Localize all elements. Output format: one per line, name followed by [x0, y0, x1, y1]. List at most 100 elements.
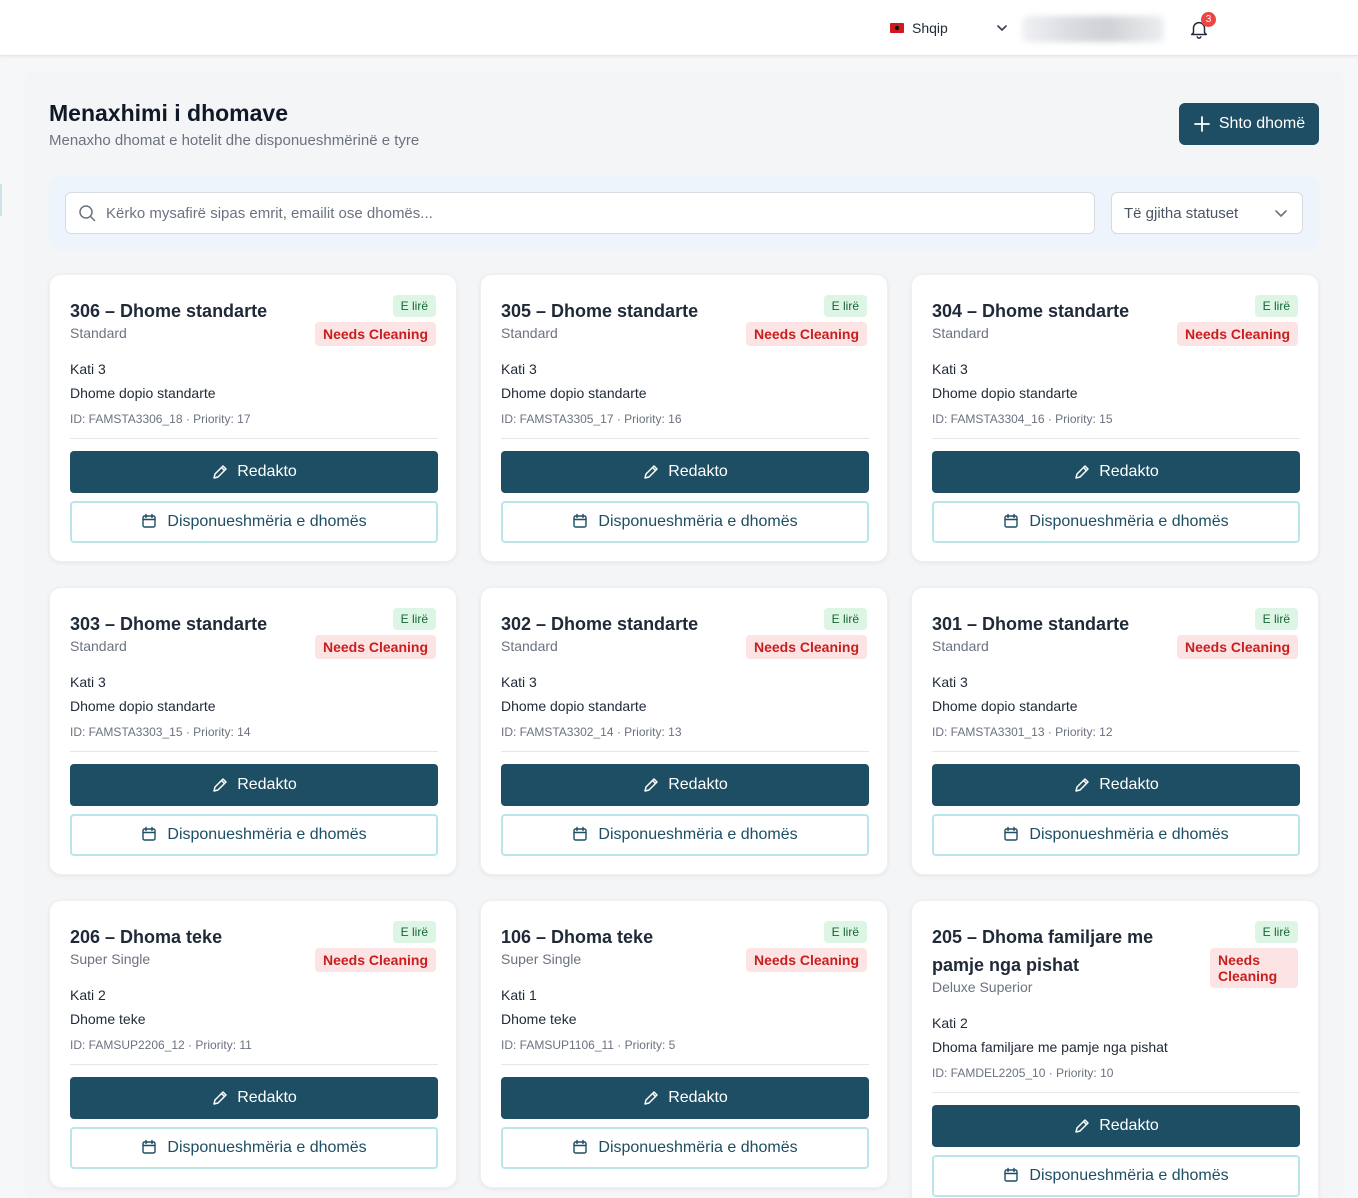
status-filter-value: Të gjitha statuset — [1124, 204, 1239, 222]
room-card: 303 – Dhome standarte Standard E lirë Needs… — [49, 587, 457, 875]
edit-room-button[interactable]: Redakto — [70, 764, 438, 806]
calendar-icon — [1003, 513, 1021, 531]
room-availability-button[interactable]: Disponueshmëria e dhomës — [70, 501, 438, 543]
edit-label: Redakto — [237, 463, 297, 480]
room-card: 206 – Dhoma teke Super Single E lirë Needs … — [49, 900, 457, 1188]
calendar-icon — [572, 1139, 590, 1157]
room-meta: ID: FAMSTA3301_13 · Priority: 12 — [932, 725, 1113, 739]
card-divider — [70, 1064, 438, 1065]
page-title: Menaxhimi i dhomave — [49, 100, 289, 126]
pencil-icon — [1073, 463, 1091, 481]
room-availability-button[interactable]: Disponueshmëria e dhomës — [932, 814, 1300, 856]
room-floor: Kati 2 — [932, 1015, 968, 1031]
calendar-icon — [572, 513, 590, 531]
pencil-icon — [211, 776, 229, 794]
room-card: 302 – Dhome standarte Standard E lirë Needs… — [480, 587, 888, 875]
room-type: Deluxe Superior — [932, 979, 1033, 995]
room-meta: ID: FAMSTA3306_18 · Priority: 17 — [70, 412, 251, 426]
edit-label: Redakto — [668, 463, 728, 480]
chevron-down-icon — [1272, 204, 1290, 222]
room-availability-button[interactable]: Disponueshmëria e dhomës — [932, 1155, 1300, 1197]
cleaning-badge: Needs Cleaning — [1176, 322, 1298, 346]
calendar-icon — [141, 826, 159, 844]
room-description: Dhome teke — [70, 1011, 146, 1027]
availability-label: Disponueshmëria e dhomës — [1029, 1167, 1229, 1184]
room-floor: Kati 2 — [70, 987, 106, 1003]
room-description: Dhome dopio standarte — [70, 385, 216, 401]
albania-flag-icon — [890, 23, 904, 33]
edit-room-button[interactable]: Redakto — [501, 451, 869, 493]
edit-room-button[interactable]: Redakto — [70, 451, 438, 493]
room-title: 304 – Dhome standarte — [932, 301, 1130, 321]
edit-label: Redakto — [1099, 776, 1159, 793]
edit-room-button[interactable]: Redakto — [501, 1077, 869, 1119]
availability-label: Disponueshmëria e dhomës — [598, 1139, 798, 1156]
card-divider — [932, 438, 1300, 439]
cleaning-badge: Needs Cleaning — [1210, 948, 1298, 988]
user-menu[interactable] — [1022, 16, 1164, 42]
room-description: Dhome dopio standarte — [932, 698, 1078, 714]
availability-label: Disponueshmëria e dhomës — [1029, 826, 1229, 843]
room-title: 106 – Dhoma teke — [501, 927, 654, 947]
edit-room-button[interactable]: Redakto — [932, 764, 1300, 806]
pencil-icon — [1073, 1117, 1091, 1135]
room-availability-button[interactable]: Disponueshmëria e dhomës — [501, 814, 869, 856]
room-description: Dhome dopio standarte — [932, 385, 1078, 401]
notification-badge: 3 — [1201, 12, 1216, 27]
status-badge: E lirë — [823, 608, 867, 630]
room-availability-button[interactable]: Disponueshmëria e dhomës — [501, 501, 869, 543]
room-description: Dhoma familjare me pamje nga pishat — [932, 1039, 1168, 1055]
language-selector[interactable]: Shqip — [890, 16, 1010, 40]
room-floor: Kati 3 — [501, 674, 537, 690]
edit-room-button[interactable]: Redakto — [70, 1077, 438, 1119]
pencil-icon — [642, 463, 660, 481]
room-availability-button[interactable]: Disponueshmëria e dhomës — [70, 814, 438, 856]
plus-icon — [1193, 115, 1211, 133]
room-title: 205 – Dhoma familjare me pamje nga pisha… — [932, 927, 1154, 975]
room-floor: Kati 1 — [501, 987, 537, 1003]
room-meta: ID: FAMSTA3305_17 · Priority: 16 — [501, 412, 682, 426]
room-floor: Kati 3 — [501, 361, 537, 377]
cleaning-badge: Needs Cleaning — [314, 635, 436, 659]
room-card: 301 – Dhome standarte Standard E lirë Needs… — [911, 587, 1319, 875]
calendar-icon — [141, 513, 159, 531]
page-subtitle: Menaxho dhomat e hotelit dhe disponueshm… — [49, 132, 420, 149]
add-room-button[interactable]: Shto dhomë — [1179, 103, 1319, 145]
room-availability-button[interactable]: Disponueshmëria e dhomës — [501, 1127, 869, 1169]
room-description: Dhome dopio standarte — [70, 698, 216, 714]
pencil-icon — [642, 1089, 660, 1107]
edit-label: Redakto — [1099, 1117, 1159, 1134]
room-floor: Kati 3 — [70, 674, 106, 690]
room-meta: ID: FAMSUP1106_11 · Priority: 5 — [501, 1038, 676, 1052]
availability-label: Disponueshmëria e dhomës — [167, 1139, 367, 1156]
room-availability-button[interactable]: Disponueshmëria e dhomës — [70, 1127, 438, 1169]
room-meta: ID: FAMSUP2206_12 · Priority: 11 — [70, 1038, 252, 1052]
room-description: Dhome teke — [501, 1011, 577, 1027]
calendar-icon — [1003, 1167, 1021, 1185]
calendar-icon — [572, 826, 590, 844]
room-type: Super Single — [70, 951, 151, 967]
availability-label: Disponueshmëria e dhomës — [167, 513, 367, 530]
search-box — [65, 192, 1095, 234]
status-badge: E lirë — [1254, 608, 1298, 630]
room-type: Standard — [70, 638, 127, 654]
pencil-icon — [211, 1089, 229, 1107]
cleaning-badge: Needs Cleaning — [745, 322, 867, 346]
status-badge: E lirë — [1254, 921, 1298, 943]
room-title: 302 – Dhome standarte — [501, 614, 699, 634]
room-floor: Kati 3 — [70, 361, 106, 377]
search-input[interactable] — [106, 204, 1094, 222]
status-badge: E lirë — [823, 921, 867, 943]
edit-room-button[interactable]: Redakto — [501, 764, 869, 806]
cleaning-badge: Needs Cleaning — [1176, 635, 1298, 659]
edit-room-button[interactable]: Redakto — [932, 451, 1300, 493]
edit-label: Redakto — [237, 776, 297, 793]
room-description: Dhome dopio standarte — [501, 385, 647, 401]
room-type: Standard — [501, 325, 558, 341]
edit-room-button[interactable]: Redakto — [932, 1105, 1300, 1147]
room-availability-button[interactable]: Disponueshmëria e dhomës — [932, 501, 1300, 543]
status-badge: E lirë — [392, 295, 436, 317]
status-filter-select[interactable]: Të gjitha statuset — [1111, 192, 1303, 234]
card-divider — [70, 438, 438, 439]
pencil-icon — [1073, 776, 1091, 794]
